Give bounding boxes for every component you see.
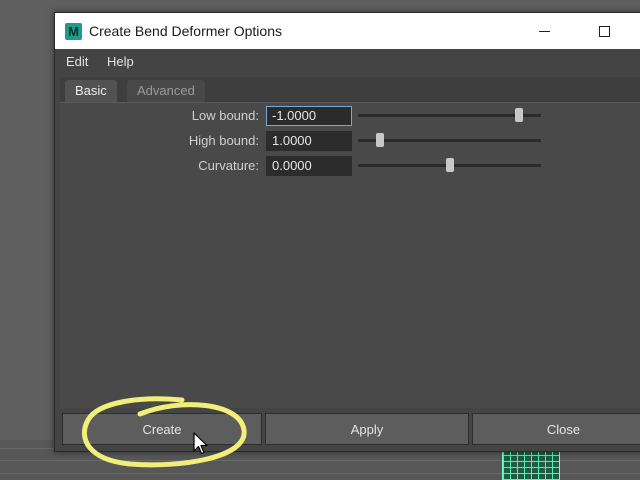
- title-bar[interactable]: M Create Bend Deformer Options: [55, 13, 640, 49]
- close-button[interactable]: Close: [472, 413, 640, 445]
- window-title: Create Bend Deformer Options: [89, 23, 282, 39]
- tab-basic[interactable]: Basic: [65, 80, 117, 102]
- wireframe-mesh[interactable]: [502, 452, 560, 480]
- maximize-button[interactable]: [583, 13, 629, 49]
- low-bound-label: Low bound:: [191, 108, 259, 123]
- tab-content-basic: Low bound: High bound: Curvature:: [60, 102, 640, 408]
- maximize-icon: [599, 26, 610, 37]
- high-bound-slider[interactable]: [358, 133, 541, 147]
- menu-help[interactable]: Help: [107, 54, 134, 69]
- menu-edit[interactable]: Edit: [66, 54, 88, 69]
- high-bound-field[interactable]: [266, 131, 352, 151]
- curvature-slider[interactable]: [358, 158, 541, 172]
- high-bound-slider-thumb[interactable]: [375, 133, 384, 147]
- options-dialog: M Create Bend Deformer Options Edit Help…: [54, 12, 640, 452]
- create-button[interactable]: Create: [62, 413, 262, 445]
- low-bound-slider-thumb[interactable]: [515, 108, 524, 122]
- menu-bar: Edit Help: [55, 49, 640, 73]
- mouse-pointer-icon: [193, 432, 208, 455]
- minimize-button[interactable]: [523, 13, 569, 49]
- tab-advanced[interactable]: Advanced: [127, 80, 205, 102]
- minimize-icon: [539, 31, 550, 32]
- curvature-label: Curvature:: [198, 158, 259, 173]
- high-bound-label: High bound:: [188, 133, 259, 148]
- apply-button[interactable]: Apply: [265, 413, 469, 445]
- curvature-field[interactable]: [266, 156, 352, 176]
- low-bound-field[interactable]: [266, 106, 352, 126]
- options-panel: Basic Advanced Low bound: High bound: Cu…: [60, 77, 640, 408]
- low-bound-slider[interactable]: [358, 108, 541, 122]
- curvature-slider-thumb[interactable]: [445, 158, 454, 172]
- maya-logo-icon: M: [65, 23, 82, 40]
